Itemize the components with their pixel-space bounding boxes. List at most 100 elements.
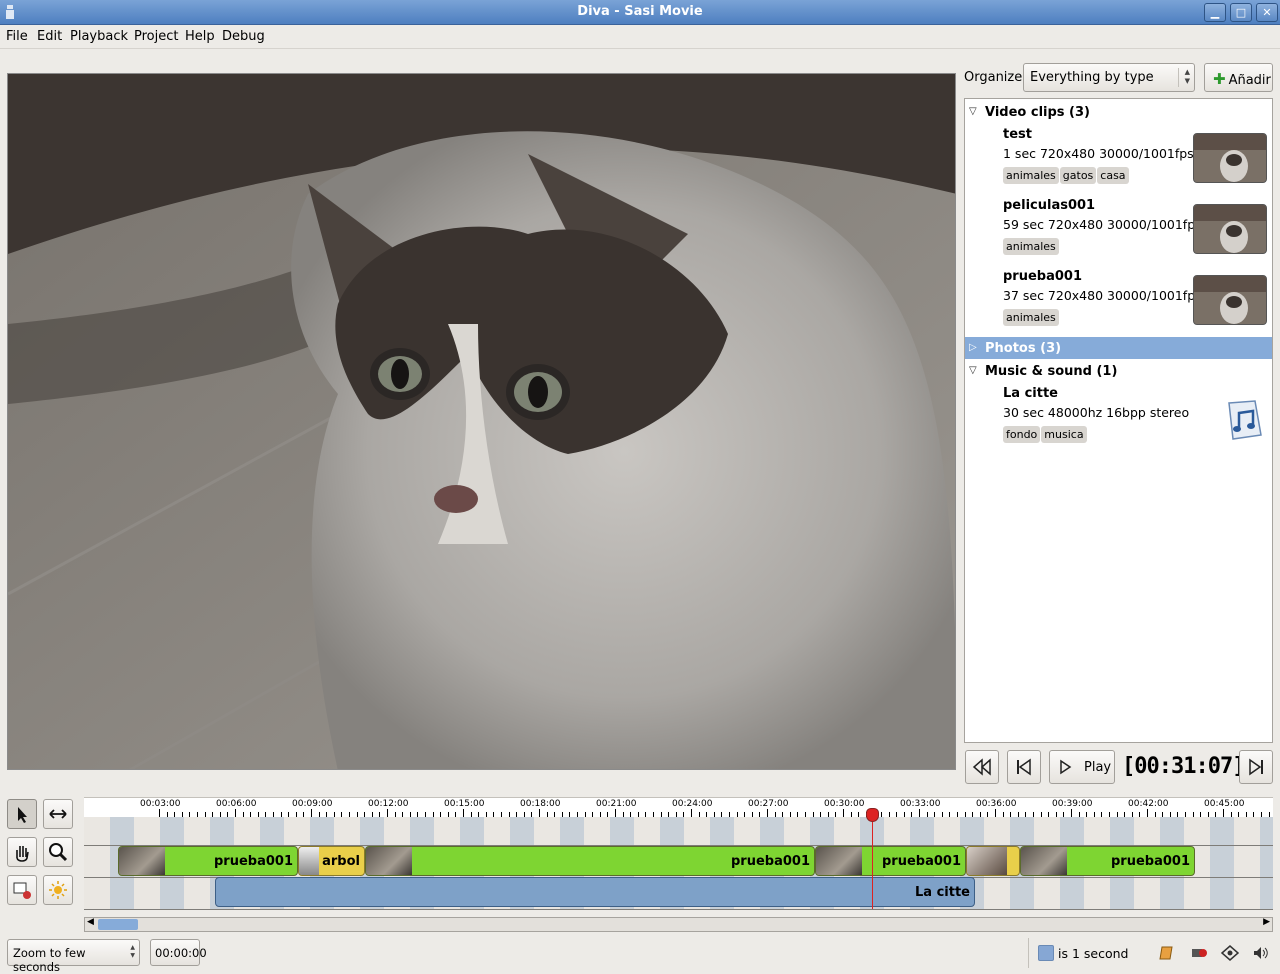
end-button[interactable] <box>1239 750 1273 784</box>
hand-tool[interactable] <box>7 837 37 867</box>
close-button[interactable]: ✕ <box>1256 3 1278 22</box>
timeline-image-clip[interactable]: arbol <box>298 846 365 876</box>
timeline-tracks[interactable]: prueba001 arbol prueba001 prueba001 prue… <box>84 817 1273 910</box>
select-tool[interactable] <box>7 799 37 829</box>
ruler-tick <box>311 809 312 817</box>
ruler-tick <box>691 809 692 817</box>
skip-back-icon <box>1017 758 1031 776</box>
timeline-clip[interactable]: prueba001 <box>365 846 815 876</box>
timeline-clip[interactable]: prueba001 <box>1020 846 1195 876</box>
scroll-right-icon[interactable]: ▶ <box>1263 917 1270 927</box>
track-separator <box>84 909 1273 910</box>
menu-debug[interactable]: Debug <box>222 29 265 44</box>
brightness-tool[interactable] <box>43 875 73 905</box>
record-icon[interactable] <box>1190 944 1208 962</box>
timeline-ruler[interactable]: 00:03:00 00:06:00 00:09:00 00:12:00 00:1… <box>84 797 1273 817</box>
ruler-label: 00:15:00 <box>444 799 485 809</box>
expanded-triangle-icon: ▽ <box>969 106 977 117</box>
ruler-tick <box>159 809 160 817</box>
category-label: Photos (3) <box>985 341 1062 356</box>
category-label: Music & sound (1) <box>985 364 1118 379</box>
zoom-tool[interactable] <box>43 837 73 867</box>
clip-status-icon[interactable] <box>1158 944 1176 962</box>
maximize-button[interactable]: □ <box>1230 3 1252 22</box>
scrollbar-thumb[interactable] <box>98 919 138 930</box>
time-value: 00:00:00 <box>155 946 207 960</box>
tag[interactable]: animales <box>1003 309 1059 326</box>
playhead-handle[interactable] <box>866 808 879 822</box>
play-button[interactable]: Play <box>1049 750 1115 784</box>
collapsed-triangle-icon: ▷ <box>969 342 977 353</box>
time-field[interactable]: 00:00:00 <box>150 939 207 966</box>
category-label: Video clips (3) <box>985 105 1090 120</box>
menu-help[interactable]: Help <box>185 29 215 44</box>
ruler-tick <box>615 809 616 817</box>
playhead-line <box>872 808 873 909</box>
menu-playback[interactable]: Playback <box>70 29 128 44</box>
ruler-tick <box>387 809 388 817</box>
category-music-sound[interactable]: ▽ Music & sound (1) <box>965 360 1272 382</box>
ruler-tick <box>1071 809 1072 817</box>
ruler-label: 00:12:00 <box>368 799 409 809</box>
ruler-label: 00:42:00 <box>1128 799 1169 809</box>
ruler-label: 00:36:00 <box>976 799 1017 809</box>
video-preview[interactable] <box>7 73 956 770</box>
sun-icon <box>49 881 67 899</box>
category-photos[interactable]: ▷ Photos (3) <box>965 337 1272 359</box>
menu-file[interactable]: File <box>6 29 28 44</box>
clip-thumbnail <box>366 847 412 875</box>
media-library[interactable]: ▽ Video clips (3) test 1 sec 720x480 300… <box>964 98 1273 743</box>
timeline-audio-clip[interactable]: La citte <box>215 877 975 907</box>
add-button[interactable]: ✚ Añadir <box>1204 63 1273 92</box>
clip-thumbnail <box>816 847 862 875</box>
arrow-pointer-icon <box>18 807 27 823</box>
category-video-clips[interactable]: ▽ Video clips (3) <box>965 101 1272 123</box>
status-separator <box>1028 938 1029 968</box>
organize-label: Organize <box>964 70 1023 85</box>
tag[interactable]: casa <box>1097 167 1129 184</box>
trim-tool[interactable] <box>43 799 73 829</box>
ruler-label: 00:24:00 <box>672 799 713 809</box>
menu-edit[interactable]: Edit <box>37 29 62 44</box>
tag[interactable]: fondo <box>1003 426 1041 443</box>
scale-swatch <box>1038 945 1054 961</box>
clip-label: prueba001 <box>730 854 810 869</box>
rewind-button[interactable] <box>965 750 999 784</box>
timeline-clip[interactable]: prueba001 <box>815 846 966 876</box>
ruler-tick <box>1147 809 1148 817</box>
tag[interactable]: animales <box>1003 167 1059 184</box>
magnifier-icon <box>49 843 68 862</box>
ruler-tick <box>539 809 540 817</box>
organize-select[interactable]: Everything by type ▲ ▼ <box>1023 63 1195 92</box>
ruler-tick <box>767 809 768 817</box>
clip-label: La citte <box>915 885 970 900</box>
menu-project[interactable]: Project <box>134 29 178 44</box>
ruler-tick <box>463 809 464 817</box>
timeline-scrollbar[interactable]: ◀ ▶ <box>84 917 1273 932</box>
ruler-label: 00:06:00 <box>216 799 257 809</box>
volume-icon[interactable] <box>1251 944 1269 962</box>
expanded-triangle-icon: ▽ <box>969 365 977 376</box>
select-arrows-icon: ▲ ▼ <box>130 944 135 959</box>
effects-tool[interactable] <box>7 875 37 905</box>
tag[interactable]: animales <box>1003 238 1059 255</box>
timeline-clip[interactable]: prueba001 <box>118 846 298 876</box>
scale-text: is 1 second <box>1058 946 1129 961</box>
select-arrows-icon: ▲ ▼ <box>1178 68 1190 87</box>
tag[interactable]: gatos <box>1059 167 1097 184</box>
video-thumbnail <box>1193 275 1267 325</box>
organize-selected: Everything by type <box>1030 70 1154 85</box>
eye-icon[interactable] <box>1221 944 1239 962</box>
video-thumbnail <box>1193 133 1267 183</box>
scroll-left-icon[interactable]: ◀ <box>87 917 94 927</box>
play-label: Play <box>1084 760 1112 775</box>
minimize-button[interactable]: ▁ <box>1204 3 1226 22</box>
previous-button[interactable] <box>1007 750 1041 784</box>
menu-bar: File Edit Playback Project Help Debug <box>0 25 1280 49</box>
tag[interactable]: musica <box>1041 426 1087 443</box>
clip-thumbnail <box>299 847 319 875</box>
zoom-select[interactable]: Zoom to few seconds ▲ ▼ <box>7 939 140 974</box>
edit-tool-icon <box>13 882 31 899</box>
timeline-image-clip[interactable] <box>966 846 1020 876</box>
title-bar: Diva - Sasi Movie ▁ □ ✕ <box>0 0 1280 25</box>
